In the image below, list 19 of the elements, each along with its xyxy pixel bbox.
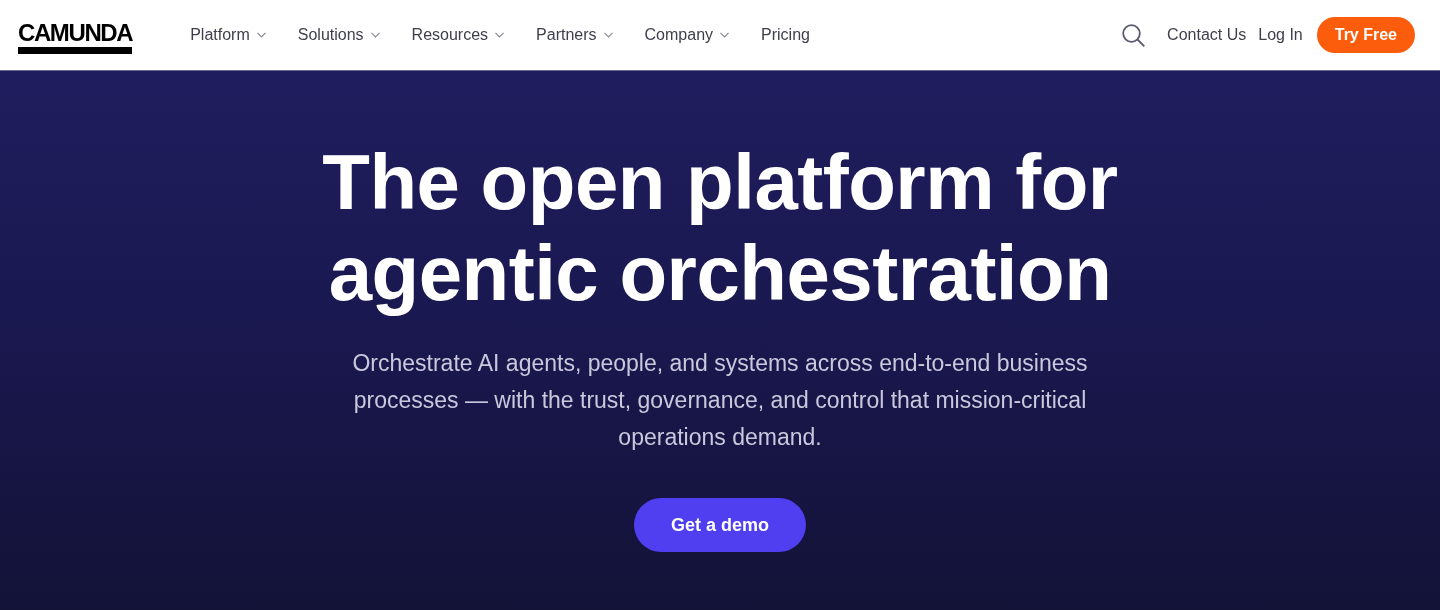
nav-menu-item[interactable]: Company: [628, 18, 746, 52]
hero-subtitle: Orchestrate AI agents, people, and systems across end-to-end business processes — with the trust, governance, and control that mission-critical operations demand.: [351, 349, 1089, 452]
caret-icon: [603, 32, 613, 38]
caret-icon: [495, 32, 505, 38]
header-link[interactable]: Log In: [1252, 20, 1309, 50]
nav-menu-item[interactable]: Partners: [520, 18, 629, 52]
nav-link[interactable]: Pricing: [745, 18, 826, 52]
hero-title: agentic orchestration: [327, 228, 1113, 319]
caret-icon: [370, 32, 380, 38]
hero-title: The open platform for: [322, 137, 1118, 228]
get-demo-button[interactable]: Get a demo: [634, 498, 806, 552]
nav-menu-item[interactable]: Platform: [174, 18, 282, 52]
header-link[interactable]: Contact Us: [1161, 20, 1253, 50]
search-icon[interactable]: [1122, 23, 1146, 47]
camunda-logo[interactable]: CAMUNDA: [18, 20, 133, 54]
caret-icon: [720, 32, 730, 38]
nav-menu-item[interactable]: Resources: [395, 18, 521, 52]
nav-menu-item[interactable]: Solutions: [281, 18, 396, 52]
caret-icon: [256, 32, 266, 38]
